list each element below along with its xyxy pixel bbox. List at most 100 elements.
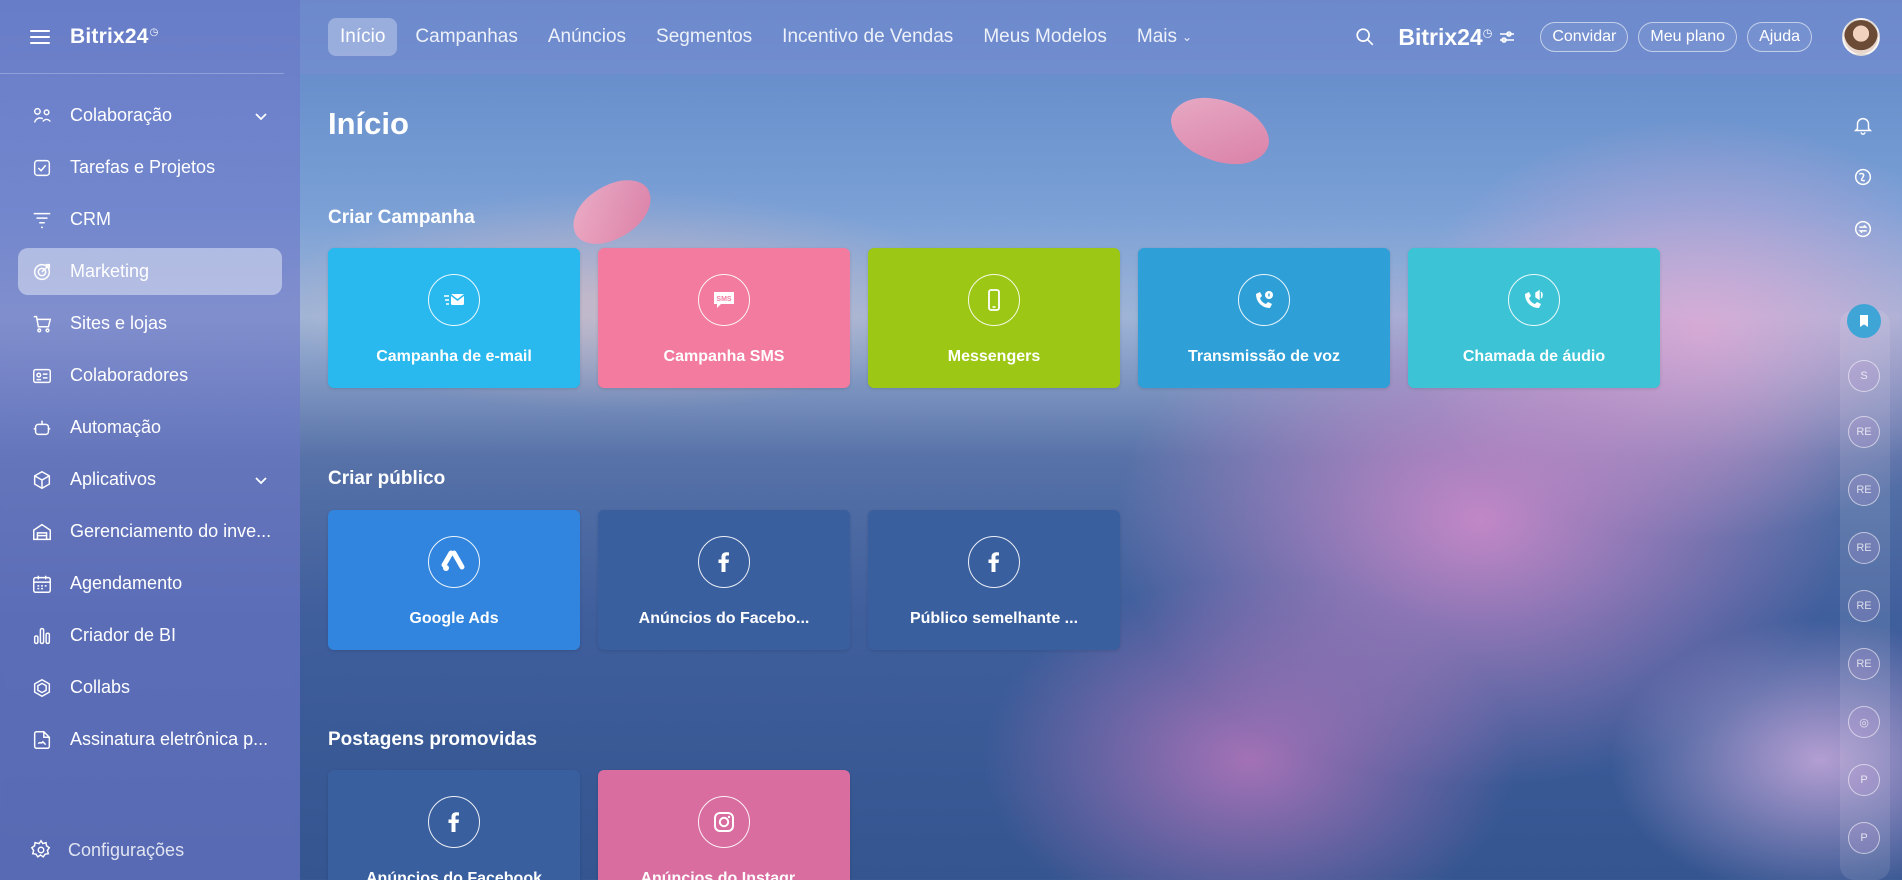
left-sidebar: Bitrix24◷ Colaboração Tarefas e Projetos… xyxy=(0,0,300,880)
sidebar-item-configuracoes[interactable]: Configurações xyxy=(18,830,184,870)
chat-avatar[interactable]: RE xyxy=(1848,532,1880,564)
tile-campanha-sms[interactable]: SMS Campanha SMS xyxy=(598,248,850,388)
sidebar-item-label: Assinatura eletrônica p... xyxy=(70,729,269,749)
sidebar-item-marketing[interactable]: Marketing xyxy=(18,248,282,295)
tile-chamada-de-audio[interactable]: Chamada de áudio xyxy=(1408,248,1660,388)
background-petal xyxy=(1161,80,1279,182)
help-button[interactable]: Ajuda xyxy=(1747,22,1812,52)
tile-label: Transmissão de voz xyxy=(1187,348,1341,365)
tab-inicio[interactable]: Início xyxy=(328,18,398,56)
settings-sliders-icon[interactable] xyxy=(1498,28,1516,46)
settings-label: Configurações xyxy=(68,839,185,860)
right-rail: S RE RE RE RE RE ◎ P P xyxy=(1828,74,1902,880)
crm-icon xyxy=(30,208,54,232)
sidebar-item-bi[interactable]: Criador de BI xyxy=(18,612,282,659)
facebook-icon xyxy=(968,536,1020,588)
search-icon[interactable] xyxy=(1354,26,1376,48)
tile-publico-semelhante[interactable]: Público semelhante ... xyxy=(868,510,1120,650)
copilot-icon[interactable] xyxy=(1846,160,1880,194)
sidebar-item-label: Collabs xyxy=(70,677,131,697)
gear-icon xyxy=(30,839,51,858)
tile-anuncios-instagram[interactable]: Anúncios do Instagr... xyxy=(598,770,850,880)
tile-google-ads[interactable]: Google Ads xyxy=(328,510,580,650)
tile-label: Anúncios do Facebo... xyxy=(638,610,810,627)
tab-mais[interactable]: Mais ⌄ xyxy=(1125,18,1204,56)
sync-icon[interactable] xyxy=(1846,212,1880,246)
sidebar-item-automacao[interactable]: Automação xyxy=(18,404,282,451)
chevron-down-icon[interactable] xyxy=(254,471,268,485)
sidebar-item-label: Marketing xyxy=(70,261,150,281)
google-ads-icon xyxy=(428,536,480,588)
tile-campanha-email[interactable]: Campanha de e-mail xyxy=(328,248,580,388)
facebook-icon xyxy=(698,536,750,588)
avatar[interactable] xyxy=(1842,18,1880,56)
bell-icon[interactable] xyxy=(1846,108,1880,142)
tile-label: Anúncios do Instagr... xyxy=(640,870,808,880)
sidebar-item-colaboradores[interactable]: Colaboradores xyxy=(18,352,282,399)
email-campaign-icon xyxy=(428,274,480,326)
sidebar-item-crm[interactable]: CRM xyxy=(18,196,282,243)
sidebar-item-colaboracao[interactable]: Colaboração xyxy=(18,92,282,139)
sms-icon: SMS xyxy=(698,274,750,326)
inventory-icon xyxy=(30,520,54,544)
tile-anuncios-facebook[interactable]: Anúncios do Facebo... xyxy=(598,510,850,650)
sidebar-item-aplicativos[interactable]: Aplicativos xyxy=(18,456,282,503)
sidebar-item-assinatura[interactable]: Assinatura eletrônica p... xyxy=(18,716,282,763)
section-title-postagens-promovidas: Postagens promovidas xyxy=(328,729,538,750)
tile-anuncios-facebook-promovidas[interactable]: Anúncios do Facebook xyxy=(328,770,580,880)
tab-segmentos[interactable]: Segmentos xyxy=(644,18,764,56)
facebook-icon xyxy=(428,796,480,848)
sidebar-item-sites[interactable]: Sites e lojas xyxy=(18,300,282,347)
collabs-icon xyxy=(30,676,54,700)
sidebar-item-agendamento[interactable]: Agendamento xyxy=(18,560,282,607)
tile-label: Chamada de áudio xyxy=(1462,348,1606,365)
chat-avatar[interactable]: P xyxy=(1848,822,1880,854)
sidebar-item-collabs[interactable]: Collabs xyxy=(18,664,282,711)
bitrix24-brand[interactable]: Bitrix24◷ xyxy=(1398,24,1492,51)
sidebar-item-label: Criador de BI xyxy=(70,625,177,645)
sidebar-item-inventario[interactable]: Gerenciamento do inve... xyxy=(18,508,282,555)
tile-label: Campanha SMS xyxy=(663,348,785,365)
tile-label: Google Ads xyxy=(409,610,499,627)
tab-meus-modelos[interactable]: Meus Modelos xyxy=(971,18,1119,56)
top-right-controls: Bitrix24◷ Convidar Meu plano Ajuda xyxy=(1354,0,1902,74)
cart-icon xyxy=(30,312,54,336)
invite-button[interactable]: Convidar xyxy=(1540,22,1629,52)
signature-icon xyxy=(30,728,54,752)
sidebar-item-label: Colaboração xyxy=(70,105,173,125)
page-title: Início xyxy=(328,106,409,141)
chat-avatar[interactable]: RE xyxy=(1848,474,1880,506)
top-bar: Início Campanhas Anúncios Segmentos Ince… xyxy=(300,0,1902,74)
chat-avatar[interactable]: S xyxy=(1848,360,1880,392)
tile-messengers[interactable]: Messengers xyxy=(868,248,1120,388)
tab-anuncios[interactable]: Anúncios xyxy=(536,18,638,56)
tasks-icon xyxy=(30,156,54,180)
voice-broadcast-icon xyxy=(1238,274,1290,326)
tab-campanhas[interactable]: Campanhas xyxy=(403,18,529,56)
chevron-down-icon[interactable] xyxy=(254,107,268,121)
menu-icon[interactable] xyxy=(30,29,50,44)
chat-avatar[interactable]: RE xyxy=(1848,648,1880,680)
bookmark-icon[interactable] xyxy=(1847,304,1881,338)
chat-avatar[interactable]: RE xyxy=(1848,590,1880,622)
chat-avatar-icon[interactable]: ◎ xyxy=(1848,706,1880,738)
bitrix24-logo[interactable]: Bitrix24◷ xyxy=(70,25,159,49)
calendar-icon xyxy=(30,572,54,596)
bi-icon xyxy=(30,624,54,648)
tile-label: Público semelhante ... xyxy=(909,610,1079,627)
collaboration-icon xyxy=(30,104,54,128)
marketing-tabs: Início Campanhas Anúncios Segmentos Ince… xyxy=(328,18,1210,56)
employees-icon xyxy=(30,364,54,388)
sidebar-item-label: Aplicativos xyxy=(70,469,157,489)
sidebar-item-label: Automação xyxy=(70,417,162,437)
tile-transmissao-de-voz[interactable]: Transmissão de voz xyxy=(1138,248,1390,388)
sidebar-item-label: Agendamento xyxy=(70,573,183,593)
tile-label: Campanha de e-mail xyxy=(376,348,532,365)
tab-mais-label: Mais xyxy=(1136,26,1177,47)
chat-avatar[interactable]: P xyxy=(1848,764,1880,796)
my-plan-button[interactable]: Meu plano xyxy=(1638,22,1738,52)
sidebar-item-label: Tarefas e Projetos xyxy=(70,157,216,177)
chat-avatar[interactable]: RE xyxy=(1848,416,1880,448)
tab-incentivo-de-vendas[interactable]: Incentivo de Vendas xyxy=(770,18,965,56)
sidebar-item-tarefas[interactable]: Tarefas e Projetos xyxy=(18,144,282,191)
